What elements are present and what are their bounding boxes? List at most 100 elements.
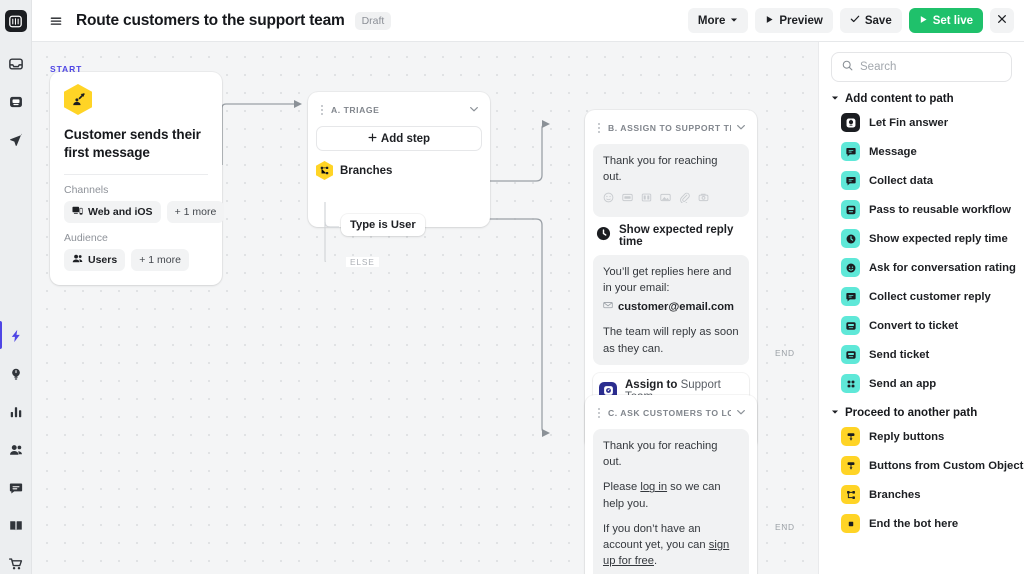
panel-item-label: Reply buttons xyxy=(869,431,944,443)
start-trigger-card[interactable]: Customer sends their first message Chann… xyxy=(50,72,222,285)
send-icon[interactable] xyxy=(0,128,32,152)
chip-label: + 1 more xyxy=(139,254,181,266)
emoji-icon[interactable] xyxy=(603,192,614,208)
ask-login-card[interactable]: C. Ask customers to log in Thank you for… xyxy=(585,395,757,574)
search-input[interactable] xyxy=(860,61,1001,73)
panel-item-label: End the bot here xyxy=(869,518,958,530)
panel-item-collect-data[interactable]: Collect data xyxy=(831,166,1012,195)
close-button[interactable] xyxy=(990,8,1014,33)
panel-item-branches[interactable]: Branches xyxy=(831,480,1012,509)
chevron-down-icon[interactable] xyxy=(469,101,479,119)
contacts-people-icon[interactable] xyxy=(0,438,32,462)
custom-object-buttons-icon xyxy=(841,456,860,475)
login-message-bubble[interactable]: Thank you for reaching out. Please log i… xyxy=(593,429,749,574)
group-header-proceed-to-path[interactable]: Proceed to another path xyxy=(831,407,1012,419)
branch-condition-pill[interactable]: Type is User xyxy=(341,214,425,236)
commerce-cart-icon[interactable] xyxy=(0,552,32,574)
end-bot-icon xyxy=(841,514,860,533)
rail-bottom-group xyxy=(0,324,32,574)
chevron-down-icon[interactable] xyxy=(736,119,746,137)
panel-item-collect-customer-reply[interactable]: Collect customer reply xyxy=(831,282,1012,311)
image-icon[interactable] xyxy=(660,192,671,208)
message-text-line1: Thank you for reaching out. xyxy=(603,438,739,470)
panel-item-convert-to-ticket[interactable]: Convert to ticket xyxy=(831,311,1012,340)
apps-grid-icon xyxy=(841,374,860,393)
panel-item-show-expected-reply-time[interactable]: Show expected reply time xyxy=(831,224,1012,253)
audience-chip-group: Users + 1 more xyxy=(64,249,208,271)
line3-pre: If you don’t have an account yet, you ca… xyxy=(603,523,709,551)
save-button[interactable]: Save xyxy=(840,8,902,33)
message-bubble-2[interactable]: You’ll get replies here and in your emai… xyxy=(593,255,749,365)
chip-channels-more[interactable]: + 1 more xyxy=(167,201,225,223)
panel-item-send-ticket[interactable]: Send ticket xyxy=(831,340,1012,369)
knowledge-book-icon[interactable] xyxy=(0,514,32,538)
fin-lightbulb-icon[interactable] xyxy=(0,362,32,386)
assign-end-label: END xyxy=(775,348,795,358)
show-reply-time-row[interactable]: Show expected reply time xyxy=(593,217,749,255)
group-header-add-content[interactable]: Add content to path xyxy=(831,93,1012,105)
triage-card-title: A. Triage xyxy=(331,105,379,115)
drag-handle-icon[interactable] xyxy=(595,408,603,418)
panel-item-pass-to-reusable-workflow[interactable]: Pass to reusable workflow xyxy=(831,195,1012,224)
panel-item-end-the-bot-here[interactable]: End the bot here xyxy=(831,509,1012,538)
group-title: Add content to path xyxy=(845,93,954,105)
panel-item-send-an-app[interactable]: Send an app xyxy=(831,369,1012,398)
workflow-builder-app: Route customers to the support team Draf… xyxy=(0,0,1024,574)
set-live-button[interactable]: Set live xyxy=(909,8,983,33)
users-icon xyxy=(72,253,83,267)
card-icon[interactable] xyxy=(641,192,652,208)
workflow-canvas[interactable]: START Customer sends their first message… xyxy=(32,42,818,574)
video-icon[interactable] xyxy=(698,192,709,208)
message-icon xyxy=(841,142,860,161)
triage-add-step-button[interactable]: Add step xyxy=(316,126,482,151)
chip-audience-more[interactable]: + 1 more xyxy=(131,249,189,271)
tickets-icon[interactable] xyxy=(0,90,32,114)
group-title: Proceed to another path xyxy=(845,407,977,419)
chip-web-and-ios[interactable]: Web and iOS xyxy=(64,201,161,223)
panel-item-let-fin-answer[interactable]: Let Fin answer xyxy=(831,108,1012,137)
devices-icon xyxy=(72,205,83,219)
reports-bar-chart-icon[interactable] xyxy=(0,400,32,424)
left-nav-rail xyxy=(0,0,32,574)
branches-row[interactable]: Branches xyxy=(316,161,482,180)
triage-step-card[interactable]: A. Triage Add step Branches xyxy=(308,92,490,227)
divider xyxy=(64,174,208,175)
panel-item-message[interactable]: Message xyxy=(831,137,1012,166)
panel-item-label: Convert to ticket xyxy=(869,320,958,332)
hamburger-menu-icon[interactable] xyxy=(44,9,68,33)
start-card-title: Customer sends their first message xyxy=(64,126,208,162)
save-label: Save xyxy=(865,15,892,27)
search-box[interactable] xyxy=(831,52,1012,82)
login-link[interactable]: log in xyxy=(640,481,667,493)
message-bubble-1[interactable]: Thank you for reaching out. xyxy=(593,144,749,217)
intercom-logo-icon[interactable] xyxy=(5,10,27,32)
plus-icon xyxy=(368,133,377,145)
preview-button[interactable]: Preview xyxy=(755,8,832,33)
panel-item-ask-for-conversation-rating[interactable]: Ask for conversation rating xyxy=(831,253,1012,282)
messenger-icon[interactable] xyxy=(0,476,32,500)
chevron-down-icon[interactable] xyxy=(736,404,746,422)
drag-handle-icon[interactable] xyxy=(595,123,603,133)
inbox-icon[interactable] xyxy=(0,52,32,76)
attachment-icon[interactable] xyxy=(679,192,690,208)
assign-card-title: B. Assign to support team xyxy=(608,123,731,133)
search-icon xyxy=(842,58,853,76)
chip-label: + 1 more xyxy=(175,206,217,218)
branches-icon xyxy=(316,161,333,180)
automation-bolt-icon[interactable] xyxy=(0,324,32,348)
chip-users[interactable]: Users xyxy=(64,249,125,271)
panel-item-reply-buttons[interactable]: Reply buttons xyxy=(831,422,1012,451)
panel-item-label: Collect data xyxy=(869,175,933,187)
drag-handle-icon[interactable] xyxy=(318,105,326,115)
rail-top-group xyxy=(0,52,32,152)
card-header: C. Ask customers to log in xyxy=(593,402,749,429)
message-text-line3: If you don’t have an account yet, you ca… xyxy=(603,521,739,570)
login-end-label: END xyxy=(775,522,795,532)
panel-item-label: Ask for conversation rating xyxy=(869,262,1016,274)
add-step-label: Add step xyxy=(381,133,430,145)
panel-item-buttons-from-custom-objects[interactable]: Buttons from Custom Objects xyxy=(831,451,1012,480)
gif-icon[interactable] xyxy=(622,192,633,208)
more-button[interactable]: More xyxy=(688,8,748,33)
message-text: Thank you for reaching out. xyxy=(603,153,739,185)
status-badge: Draft xyxy=(355,12,392,30)
